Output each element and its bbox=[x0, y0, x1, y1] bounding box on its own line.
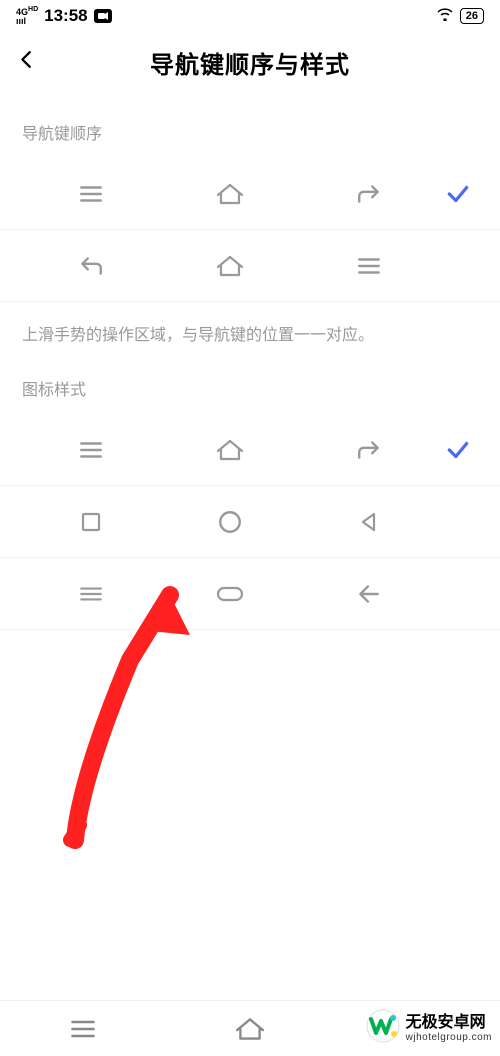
check-icon bbox=[438, 437, 478, 463]
circle-icon bbox=[161, 509, 300, 535]
home-icon bbox=[161, 181, 300, 207]
back-icon bbox=[299, 437, 438, 463]
section-label-style: 图标样式 bbox=[0, 348, 500, 414]
network-indicator: 4GHD ıııl bbox=[16, 6, 38, 26]
menu-icon bbox=[22, 181, 161, 207]
back-icon bbox=[22, 253, 161, 279]
home-icon bbox=[161, 437, 300, 463]
icon-style-option-1[interactable] bbox=[0, 414, 500, 486]
icon-style-option-3[interactable] bbox=[0, 558, 500, 630]
menu-icon bbox=[22, 437, 161, 463]
back-button[interactable] bbox=[16, 49, 38, 76]
status-bar: 4GHD ıııl 13:58 26 bbox=[0, 0, 500, 32]
battery-indicator: 26 bbox=[460, 8, 484, 24]
watermark-logo bbox=[366, 1009, 400, 1048]
back-icon bbox=[299, 181, 438, 207]
wifi-icon bbox=[436, 7, 454, 25]
watermark-url: wjhotelgroup.com bbox=[406, 1032, 492, 1043]
icon-style-option-2[interactable] bbox=[0, 486, 500, 558]
page-header: 导航键顺序与样式 bbox=[0, 32, 500, 92]
watermark-title: 无极安卓网 bbox=[406, 1014, 492, 1032]
nav-order-option-1[interactable] bbox=[0, 158, 500, 230]
page-title: 导航键顺序与样式 bbox=[150, 45, 350, 80]
menu-lines-icon bbox=[22, 581, 161, 607]
square-icon bbox=[22, 510, 161, 534]
nav-menu-button[interactable] bbox=[0, 1015, 167, 1043]
triangle-back-icon bbox=[299, 510, 438, 534]
pill-icon bbox=[161, 584, 300, 604]
nav-order-option-2[interactable] bbox=[0, 230, 500, 302]
watermark: 无极安卓网 wjhotelgroup.com bbox=[366, 1009, 492, 1048]
arrow-left-icon bbox=[299, 581, 438, 607]
section-label-order: 导航键顺序 bbox=[0, 92, 500, 158]
nav-home-button[interactable] bbox=[167, 1015, 334, 1043]
helper-text: 上滑手势的操作区域，与导航键的位置一一对应。 bbox=[0, 302, 500, 348]
menu-icon bbox=[299, 253, 438, 279]
status-time: 13:58 bbox=[44, 6, 87, 26]
check-icon bbox=[438, 181, 478, 207]
home-icon bbox=[161, 253, 300, 279]
camera-icon bbox=[94, 9, 112, 23]
